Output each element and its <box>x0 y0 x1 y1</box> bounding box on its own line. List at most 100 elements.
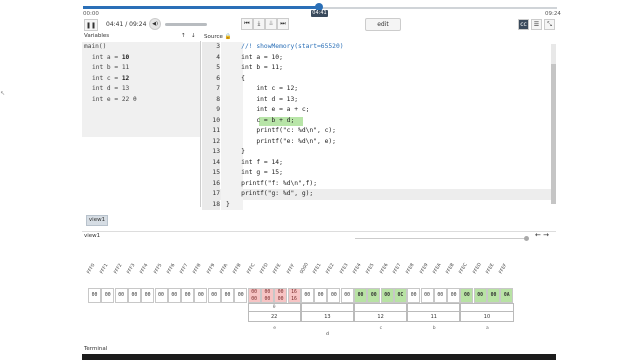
code-line[interactable]: 4 int a = 10; <box>202 52 554 63</box>
memory-cell[interactable]: 0A <box>500 288 514 303</box>
memory-cell[interactable]: 00 <box>327 288 341 303</box>
memory-cell[interactable]: 00 <box>114 288 128 303</box>
memory-cell[interactable]: 00 <box>167 288 181 303</box>
terminal-header: Terminal <box>84 346 108 352</box>
line-number[interactable]: 12 <box>202 136 220 147</box>
memory-cell[interactable]: 00 <box>234 288 248 303</box>
memory-cell[interactable]: 00 <box>88 288 101 303</box>
step-over-button[interactable]: ⤓ <box>253 18 265 30</box>
line-number[interactable]: 4 <box>202 52 220 63</box>
memory-address: FFEE <box>485 262 496 275</box>
code-line[interactable]: 10 c = b + d; <box>202 115 554 126</box>
code-line[interactable]: 16 printf("f: %d\n",f); <box>202 178 554 189</box>
code-line[interactable]: 11 printf("c: %d\n", c); <box>202 126 554 137</box>
code-line[interactable]: 12 printf("e: %d\n", e); <box>202 136 554 147</box>
line-number[interactable]: 13 <box>202 147 220 158</box>
line-number[interactable]: 17 <box>202 189 220 200</box>
memory-address: FFE7 <box>392 262 403 275</box>
memory-cell[interactable]: 00 00 <box>274 288 288 303</box>
memory-address: FFF6 <box>166 263 177 275</box>
line-number[interactable]: 11 <box>202 126 220 137</box>
memory-address: FFE9 <box>419 262 430 275</box>
code-line[interactable]: 5 int b = 11; <box>202 63 554 74</box>
line-number[interactable]: 15 <box>202 168 220 179</box>
memory-cell[interactable]: 00 <box>354 288 367 303</box>
memory-cell[interactable]: 00 <box>194 288 208 303</box>
pause-button[interactable]: ❚❚ <box>84 19 98 31</box>
time-display: 04:41 / 09:24 <box>106 21 147 28</box>
zoom-handle[interactable] <box>524 236 529 241</box>
volume-button[interactable]: ◀) <box>149 18 161 30</box>
line-number[interactable]: 16 <box>202 178 220 189</box>
memory-cell[interactable]: 00 <box>460 288 474 303</box>
code-line[interactable]: 7 int c = 12; <box>202 84 554 95</box>
memory-cell[interactable]: 16 16 <box>287 288 301 303</box>
line-number[interactable]: 6 <box>202 73 220 84</box>
memory-cell[interactable]: 00 <box>314 288 328 303</box>
time-end: 09:24 <box>545 11 561 17</box>
frame-label: main() <box>84 43 107 50</box>
step-in-button[interactable]: ⇊ <box>265 18 277 30</box>
memory-cell[interactable]: 00 <box>221 288 234 303</box>
tab-view1[interactable]: view1 <box>86 215 108 226</box>
code-line[interactable]: 8 int d = 13; <box>202 94 554 105</box>
line-number[interactable]: 10 <box>202 115 220 126</box>
step-forward-button[interactable]: ⏭ <box>277 18 289 30</box>
code-line[interactable]: 15 int g = 15; <box>202 168 554 179</box>
memory-cell[interactable]: 00 <box>407 288 421 303</box>
line-number[interactable]: 9 <box>202 105 220 116</box>
memory-cell[interactable]: 00 00 <box>260 288 274 303</box>
edit-button[interactable]: edit <box>365 18 401 31</box>
line-number[interactable]: 3 <box>202 42 220 53</box>
line-number[interactable]: 8 <box>202 94 220 105</box>
code-line[interactable]: 13 } <box>202 147 554 158</box>
fullscreen-button[interactable]: ⤡ <box>544 19 555 30</box>
memory-cell[interactable]: 00 <box>473 288 487 303</box>
zoom-slider[interactable] <box>355 238 527 239</box>
variable-decl: int c = <box>92 74 122 82</box>
code-line[interactable]: 17 printf("g: %d", g); <box>202 189 554 200</box>
arrow-up-icon[interactable]: ↑ <box>181 32 186 41</box>
line-number[interactable]: 14 <box>202 157 220 168</box>
memory-cell[interactable]: 00 <box>154 288 168 303</box>
memory-cell[interactable]: 00 <box>181 288 195 303</box>
memory-cell[interactable]: 00 <box>207 288 221 303</box>
line-number[interactable]: 18 <box>202 199 220 210</box>
memory-group-var: b <box>432 326 436 331</box>
code-line[interactable]: 6 { <box>202 73 554 84</box>
code-line[interactable]: 18} <box>202 199 554 210</box>
code-line[interactable]: 3 //! showMemory(start=65520) <box>202 42 554 53</box>
arrow-left-icon[interactable]: ← <box>535 231 541 239</box>
memory-cell[interactable]: 00 <box>367 288 381 303</box>
line-number[interactable]: 7 <box>202 84 220 95</box>
volume-slider[interactable] <box>165 23 207 26</box>
arrow-right-icon[interactable]: → <box>543 231 549 239</box>
memory-cell[interactable]: 00 <box>101 288 115 303</box>
step-in-icon: ⇊ <box>268 20 274 27</box>
memory-cell[interactable]: 00 <box>447 288 461 303</box>
memory-cell[interactable]: 00 <box>141 288 155 303</box>
memory-cell[interactable]: 0C <box>393 288 407 303</box>
memory-address: FFF3 <box>126 263 137 275</box>
memory-cell[interactable]: 00 <box>340 288 354 303</box>
memory-cell[interactable]: 00 00 <box>247 288 261 303</box>
memory-cell[interactable]: 00 <box>127 288 141 303</box>
code-line[interactable]: 14 int f = 14; <box>202 157 554 168</box>
memory-group-sub <box>302 304 353 311</box>
memory-group-sub: θ <box>272 305 276 310</box>
line-number[interactable]: 5 <box>202 63 220 74</box>
memory-address: FFEA <box>432 262 443 275</box>
code-line[interactable]: 9 int e = a + c; <box>202 105 554 116</box>
menu-button[interactable]: ☰ <box>531 19 542 30</box>
code-editor[interactable]: 3 //! showMemory(start=65520) 4 int a = 1… <box>202 42 554 210</box>
memory-cell[interactable]: 00 <box>420 288 434 303</box>
memory-cell[interactable]: 00 <box>433 288 447 303</box>
memory-cell[interactable]: 00 <box>380 288 394 303</box>
code-text: c = b + d; <box>226 116 295 124</box>
memory-cell[interactable]: 00 <box>300 288 314 303</box>
arrow-down-icon[interactable]: ↓ <box>191 32 196 41</box>
step-back-button[interactable]: ⏮ <box>241 18 253 30</box>
code-scrollbar-thumb[interactable] <box>551 64 556 204</box>
cc-button[interactable]: cc <box>518 19 529 30</box>
memory-cell[interactable]: 00 <box>487 288 500 303</box>
